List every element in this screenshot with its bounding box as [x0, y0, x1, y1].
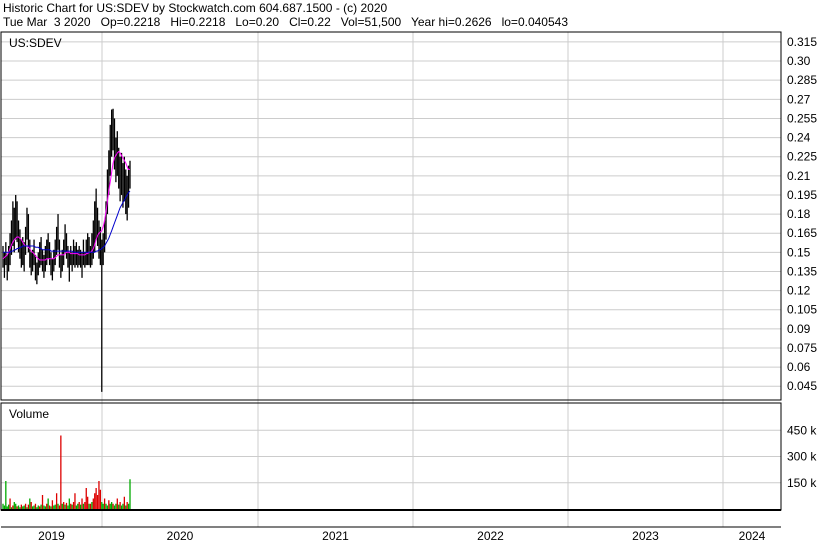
volume-tick-label: 300 k — [787, 450, 817, 464]
price-tick-label: 0.105 — [787, 303, 817, 317]
price-tick-label: 0.18 — [787, 207, 811, 221]
price-tick-label: 0.15 — [787, 245, 811, 259]
volume-tick-label: 450 k — [787, 423, 817, 437]
year-tick-label: 2023 — [632, 529, 659, 543]
price-tick-label: 0.075 — [787, 341, 817, 355]
price-tick-label: 0.315 — [787, 35, 817, 49]
price-tick-label: 0.27 — [787, 92, 811, 106]
price-tick-label: 0.255 — [787, 111, 817, 125]
year-tick-label: 2021 — [322, 529, 349, 543]
year-tick-label: 2022 — [477, 529, 504, 543]
volume-label: Volume — [9, 407, 49, 421]
year-tick-label: 2019 — [38, 529, 65, 543]
symbol-label: US:SDEV — [9, 36, 62, 50]
price-tick-label: 0.24 — [787, 131, 811, 145]
price-tick-label: 0.21 — [787, 169, 811, 183]
price-tick-label: 0.225 — [787, 150, 817, 164]
price-tick-label: 0.30 — [787, 54, 811, 68]
price-tick-label: 0.135 — [787, 264, 817, 278]
year-tick-label: 2020 — [167, 529, 194, 543]
price-tick-label: 0.195 — [787, 188, 817, 202]
price-tick-label: 0.06 — [787, 360, 811, 374]
year-tick-label: 2024 — [739, 529, 766, 543]
price-tick-label: 0.285 — [787, 73, 817, 87]
volume-tick-label: 150 k — [787, 476, 817, 490]
price-tick-label: 0.165 — [787, 226, 817, 240]
price-volume-chart: US:SDEV Volume 0.315 0.30 0.285 0.27 0.255 0.… — [0, 31, 817, 543]
price-panel-frame — [0, 31, 782, 401]
price-tick-label: 0.09 — [787, 322, 811, 336]
price-tick-label: 0.12 — [787, 284, 811, 298]
price-tick-label: 0.045 — [787, 379, 817, 393]
